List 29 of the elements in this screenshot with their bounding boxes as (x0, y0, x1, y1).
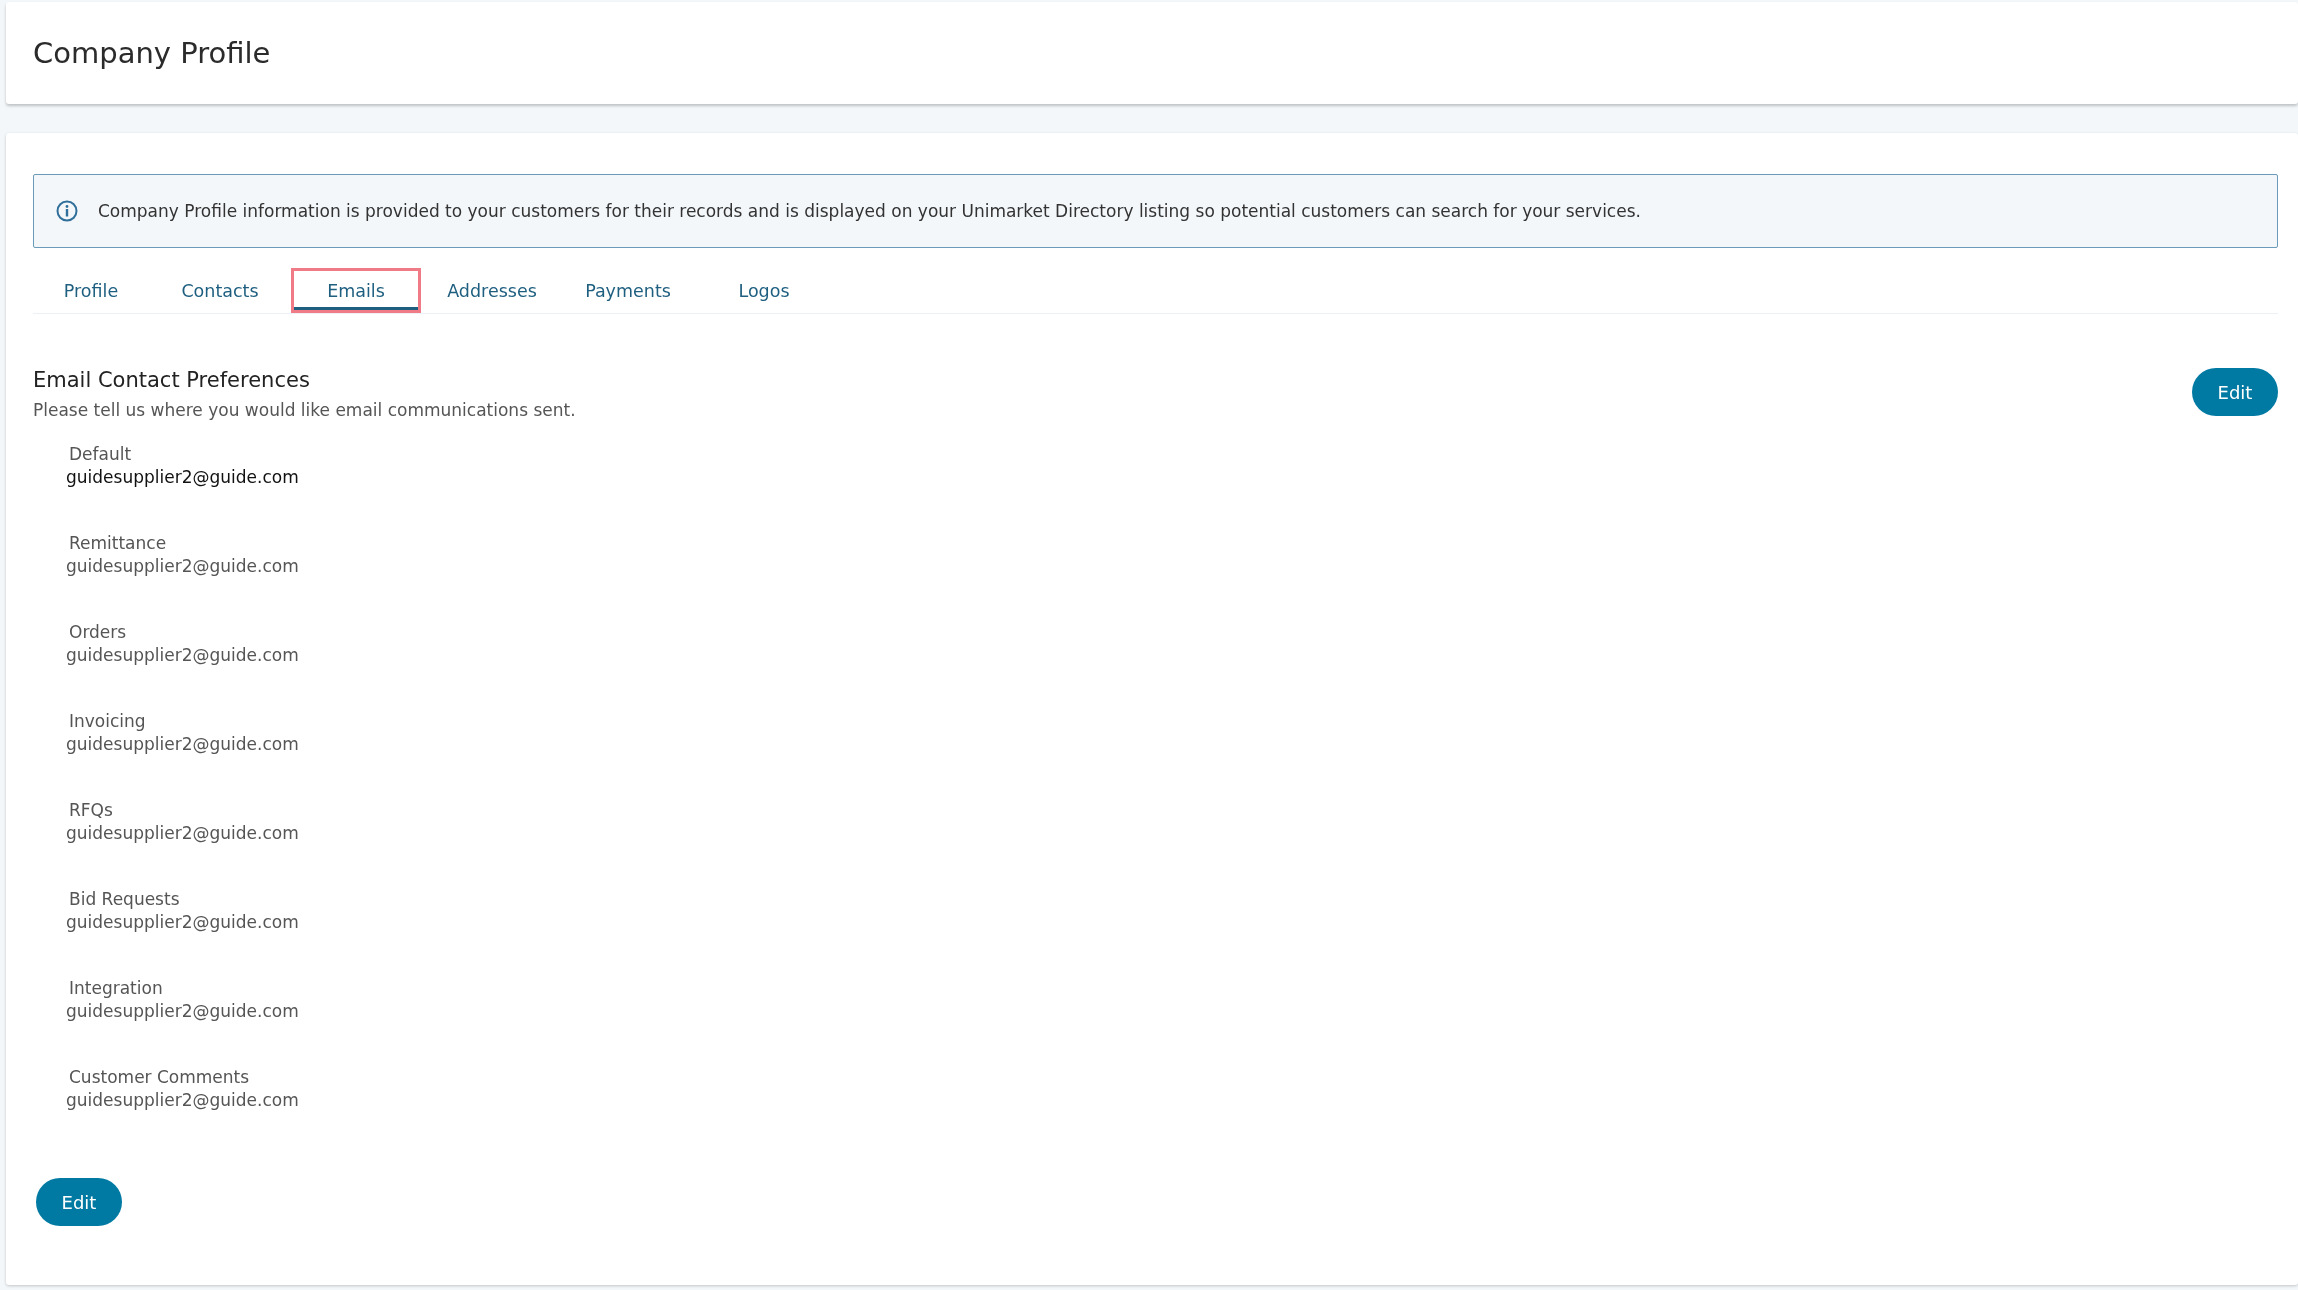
email-address: guidesupplier2@guide.com (66, 556, 300, 576)
email-address: guidesupplier2@guide.com (66, 467, 300, 487)
email-address: guidesupplier2@guide.com (66, 912, 300, 932)
email-address: guidesupplier2@guide.com (66, 645, 300, 665)
email-label: RFQs (68, 800, 114, 820)
tab[interactable]: Addresses (427, 268, 557, 313)
tab[interactable]: Profile (33, 268, 149, 313)
section-subtitle: Please tell us where you would like email communications sent. (33, 400, 576, 420)
edit-button[interactable]: Edit (2192, 368, 2278, 416)
email-label: Bid Requests (68, 889, 181, 909)
tab[interactable]: Emails (291, 268, 421, 313)
email-label: Integration (68, 978, 164, 998)
email-address: guidesupplier2@guide.com (66, 1090, 300, 1110)
email-label: Orders (68, 622, 128, 642)
email-label: Remittance (68, 533, 168, 553)
tab[interactable]: Logos (699, 268, 829, 313)
section-title: Email Contact Preferences (33, 368, 311, 392)
email-label: Default (68, 444, 133, 464)
edit-button[interactable]: Edit (36, 1178, 122, 1226)
email-address: guidesupplier2@guide.com (66, 734, 300, 754)
email-address: guidesupplier2@guide.com (66, 823, 300, 843)
email-label: Invoicing (68, 711, 147, 731)
tab[interactable]: Payments (563, 268, 693, 313)
email-address: guidesupplier2@guide.com (66, 1001, 300, 1021)
email-label: Customer Comments (68, 1067, 251, 1087)
tab[interactable]: Contacts (155, 268, 285, 313)
info-text: Company Profile information is provided to your customers for their records and is displayed on your Unimarket Directory listing so potential customers can search for your services. (98, 201, 1641, 221)
info-icon (56, 200, 78, 222)
page-title: Company Profile (33, 36, 271, 70)
